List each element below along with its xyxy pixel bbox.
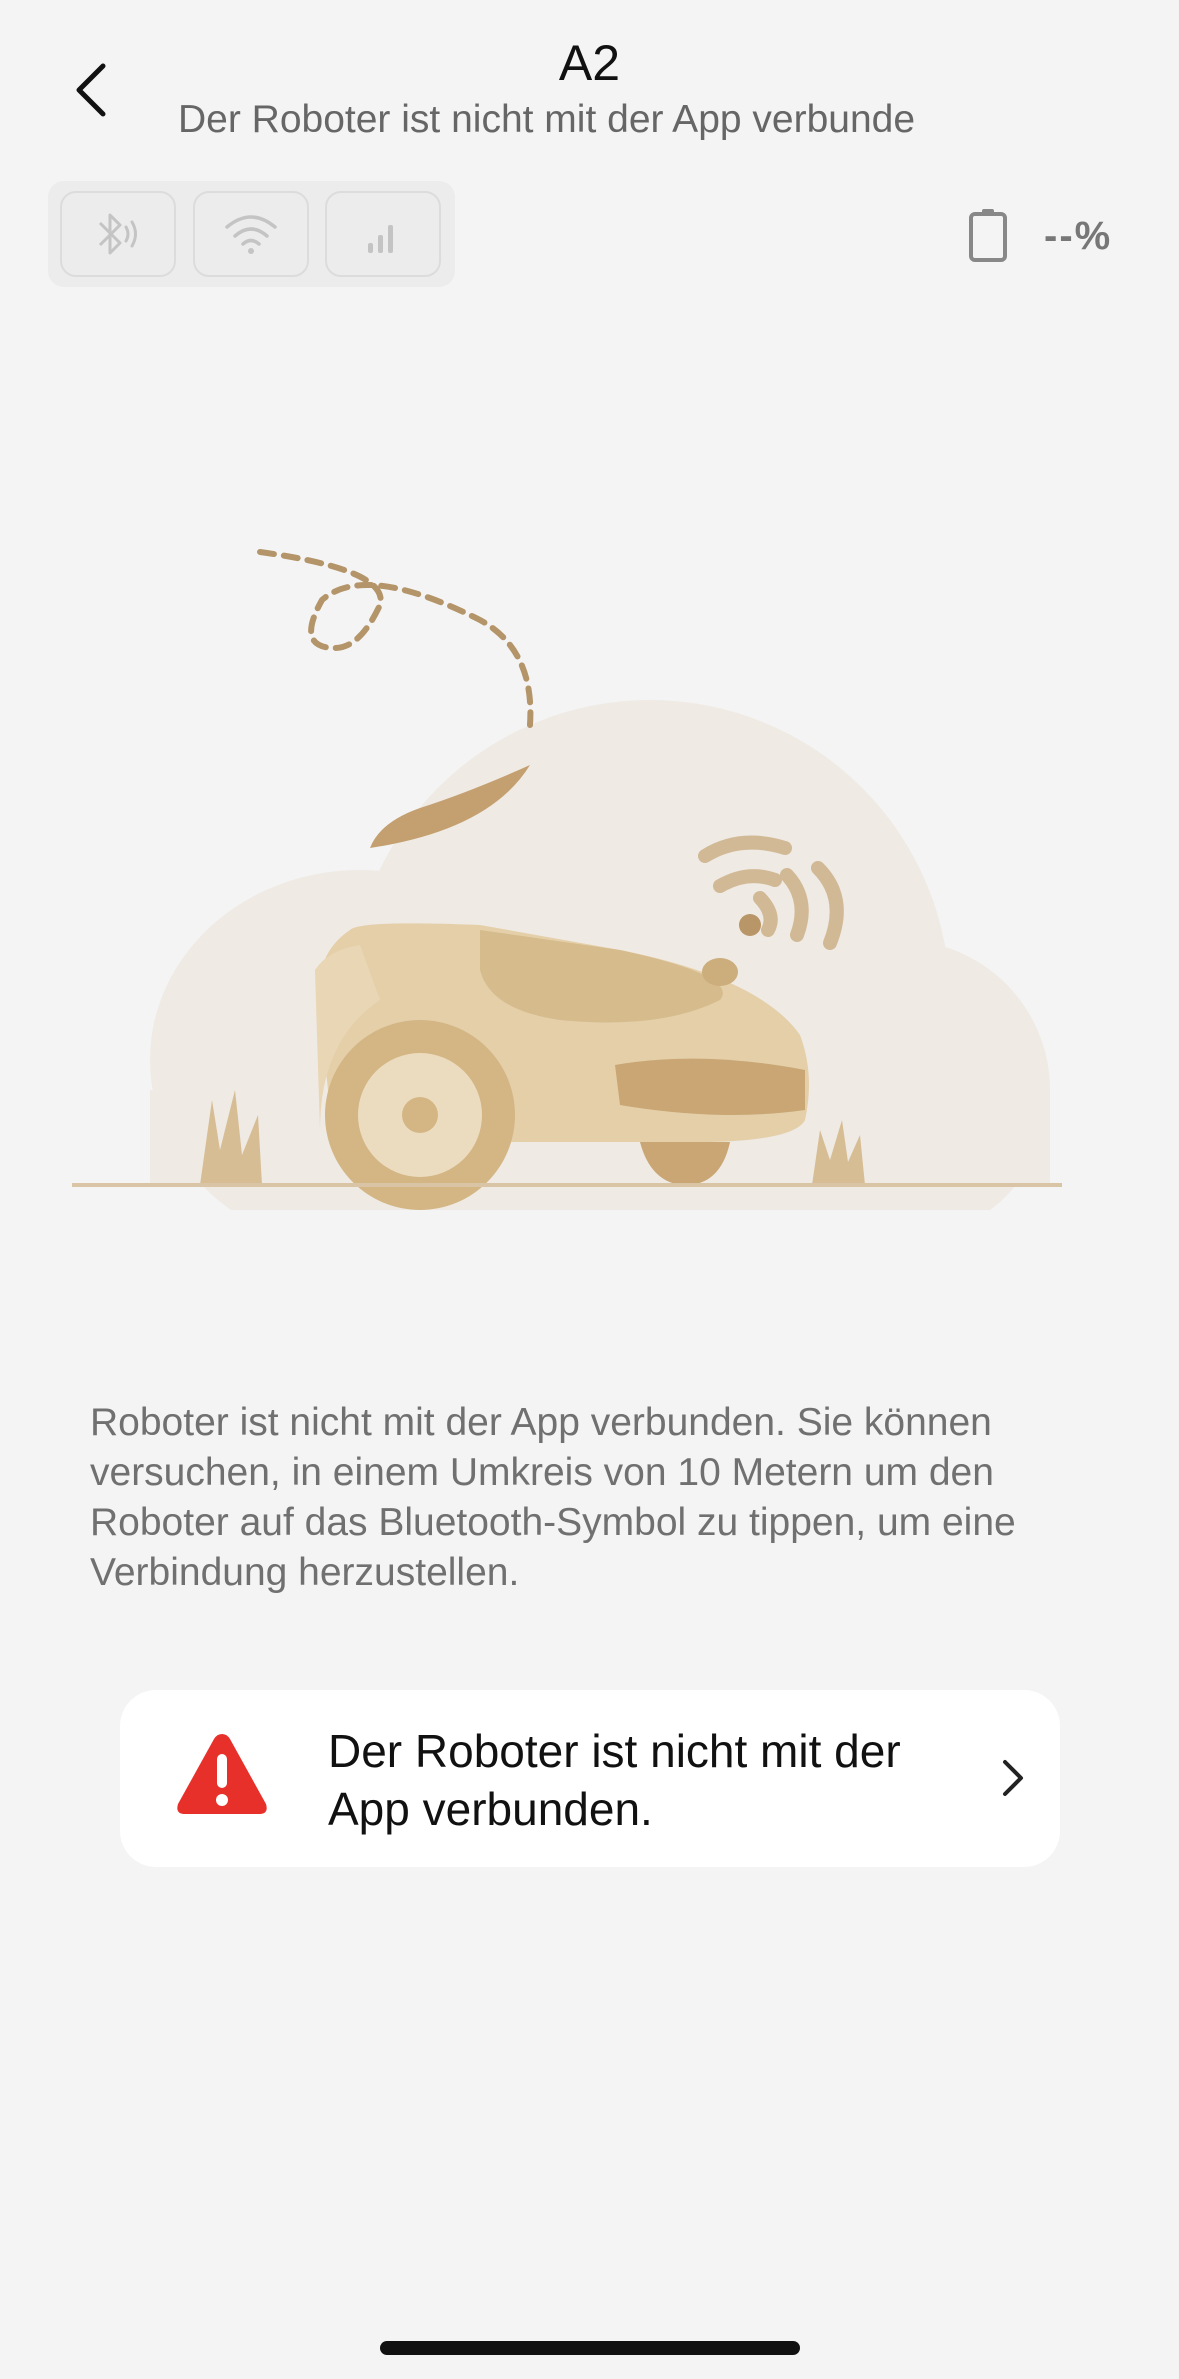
wifi-icon: [225, 215, 277, 254]
connection-status-subtitle: Der Roboter ist nicht mit der App verbun…: [178, 98, 916, 141]
robot-mower-illustration: [72, 549, 1062, 1210]
wifi-button[interactable]: [193, 191, 309, 277]
header: A2 Der Roboter ist nicht mit der App ver…: [0, 0, 1179, 170]
connectivity-status-group: [48, 181, 455, 287]
cellular-signal-icon: [368, 225, 393, 253]
connection-hint-text: Roboter ist nicht mit der App verbunden.…: [90, 1401, 1016, 1594]
bluetooth-button[interactable]: [60, 191, 176, 277]
page-title: A2: [558, 35, 621, 91]
home-indicator[interactable]: [380, 2341, 800, 2355]
connection-alert-card[interactable]: Der Roboter ist nicht mit der App verbun…: [120, 1690, 1060, 1867]
alert-message: Der Roboter ist nicht mit der App verbun…: [328, 1725, 901, 1835]
warning-icon: [177, 1734, 267, 1814]
cellular-button[interactable]: [325, 191, 441, 277]
battery-icon: [969, 209, 1007, 262]
bluetooth-icon: [98, 213, 137, 255]
battery-percentage: --%: [1044, 214, 1113, 258]
chevron-right-icon: [1003, 1760, 1023, 1796]
